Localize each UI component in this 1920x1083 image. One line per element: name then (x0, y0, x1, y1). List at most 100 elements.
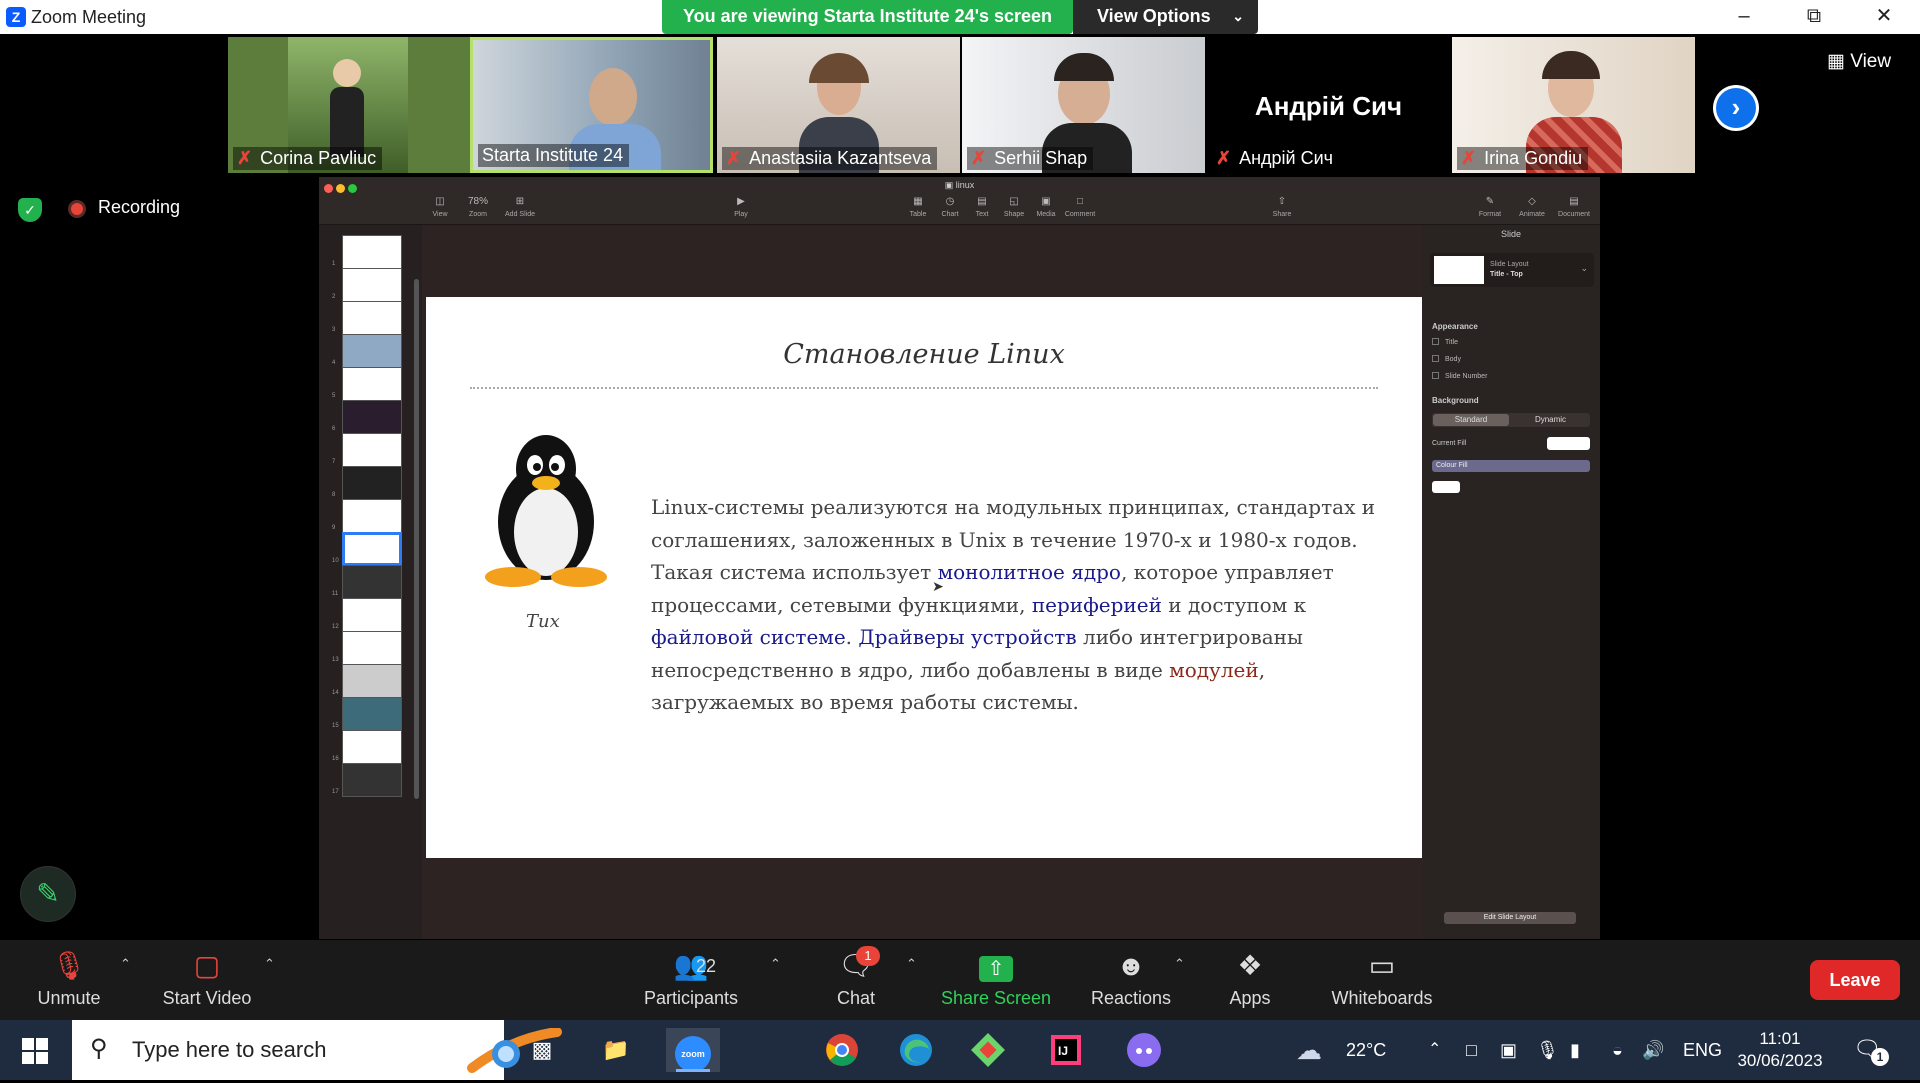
slide-thumbnail (342, 532, 402, 566)
volume-icon[interactable]: 🔊 (1642, 1020, 1664, 1080)
view-options-button[interactable]: View Options ⌄ (1073, 0, 1258, 34)
current-slide: Становление Linux Tux Linux-системы реал… (426, 297, 1422, 858)
language-indicator[interactable]: ENG (1683, 1020, 1722, 1080)
chevron-up-icon[interactable]: ⌃ (1428, 1020, 1441, 1080)
edge-icon[interactable] (894, 1028, 938, 1072)
slide-thumbnail (342, 400, 402, 434)
slide-thumbnail (342, 499, 402, 533)
slide-number: 10 (332, 558, 339, 564)
sidebar-icon: ◫ (435, 196, 445, 207)
shared-screen: ▣ linux ◫ View 78% Zoom ⊞ Add Slide ▶ Play ▦… (319, 177, 1600, 939)
document-title: ▣ linux (944, 180, 975, 190)
restore-icon[interactable]: ⧉ (1786, 0, 1842, 34)
taskbar-search[interactable]: ⚲ Type here to search (72, 1020, 562, 1080)
slide-number: 9 (332, 525, 336, 531)
chevron-up-icon: ⌃ (906, 956, 917, 971)
keynote-toolbar: ▣ linux ◫ View 78% Zoom ⊞ Add Slide ▶ Play ▦… (319, 177, 1600, 225)
security-shield-icon[interactable]: ✓ (18, 198, 42, 222)
participant-tile[interactable]: ✗ Irina Gondiu (1452, 37, 1695, 173)
slide-thumbnail (342, 763, 402, 797)
comment-icon: □ (1076, 196, 1084, 207)
participant-name: ✗ Anastasiia Kazantseva (722, 147, 938, 170)
intellij-icon[interactable]: IJ (1044, 1028, 1088, 1072)
kn-comment-tool: □ Comment (1060, 196, 1100, 218)
view-button[interactable]: ▦ View (1827, 50, 1891, 73)
projector-icon[interactable]: ▣ (1500, 1020, 1517, 1080)
notifications-icon[interactable]: 🗨 1 (1853, 1036, 1889, 1066)
weather-temp[interactable]: 22°C (1346, 1020, 1386, 1080)
kn-add-slide-tool: ⊞ Add Slide (500, 196, 540, 218)
battery-icon[interactable]: ▮ (1570, 1020, 1580, 1080)
slide-number: 2 (332, 294, 336, 300)
edit-slide-layout-button: Edit Slide Layout (1444, 912, 1576, 924)
search-placeholder: Type here to search (132, 1037, 327, 1062)
close-icon[interactable]: ✕ (1856, 0, 1912, 34)
layout-label: Slide Layout (1490, 261, 1529, 268)
mic-muted-icon: ✗ (971, 148, 987, 168)
grid-icon: ▦ (1827, 51, 1845, 72)
clock[interactable]: 11:01 30/06/2023 (1730, 1028, 1830, 1072)
file-explorer-icon[interactable]: 📁 (594, 1028, 638, 1072)
brush-icon: ✎ (1485, 196, 1495, 207)
background-heading: Background (1432, 396, 1479, 405)
background-segment: Standard Dynamic (1432, 413, 1590, 427)
slide-number: 15 (332, 723, 339, 729)
slide-thumbnail (342, 301, 402, 335)
inspector-panel: Slide Slide Layout Title - Top ⌄ Appeara… (1422, 225, 1600, 939)
participant-name: ✗ Serhii Shap (967, 147, 1094, 170)
recording-label: Recording (98, 197, 181, 217)
inspector-header: Slide (1500, 229, 1521, 239)
participant-tile[interactable]: ✗ Serhii Shap (962, 37, 1205, 173)
reactions-button[interactable]: ☻ Reactions (1086, 948, 1176, 1009)
slide-thumbnail (342, 235, 402, 269)
recording-icon (68, 200, 86, 218)
kn-zoom-tool: 78% Zoom (467, 196, 488, 218)
participant-tile[interactable]: ✗ Anastasiia Kazantseva (717, 37, 960, 173)
apps-icon: ❖ (1237, 950, 1263, 981)
notification-count: 1 (1871, 1048, 1889, 1066)
fill-type-select: Colour Fill (1432, 460, 1590, 472)
wifi-icon[interactable]: ◒ (1612, 1020, 1623, 1080)
participant-tile[interactable]: Андрій Сич ✗ Андрій Сич (1207, 37, 1450, 173)
clock-time: 11:01 (1759, 1029, 1801, 1048)
chat-button[interactable]: 🗨 1 Chat (820, 946, 892, 1009)
kn-document-tool: ▤ Document (1554, 196, 1594, 218)
slide-thumbnail (342, 466, 402, 500)
participant-display-name: Андрій Сич (1254, 91, 1403, 121)
participant-name: ✗ Corina Pavliuc (233, 147, 383, 170)
zoom-app-icon[interactable]: zoom (666, 1028, 720, 1072)
slide-number: 11 (332, 591, 339, 597)
start-video-button[interactable]: ▢ Start Video (152, 948, 262, 1009)
participant-tile[interactable]: Starta Institute 24 (470, 37, 713, 173)
meet-now-icon[interactable]: □ (1466, 1020, 1477, 1080)
mic-muted-icon: ✗ (726, 148, 742, 168)
body-checkbox: Body (1432, 355, 1461, 363)
git-kraken-icon[interactable] (966, 1028, 1010, 1072)
weather-icon[interactable]: ☁ (1296, 1020, 1322, 1080)
apps-button[interactable]: ❖ Apps (1220, 948, 1280, 1009)
add-slide-icon: ⊞ (515, 196, 525, 207)
svg-text:IJ: IJ (1058, 1044, 1068, 1058)
participants-count: 22 (696, 956, 717, 976)
annotate-pencil-icon[interactable]: ✎ (20, 866, 76, 922)
windows-start-icon[interactable] (22, 1038, 48, 1064)
discord-icon[interactable] (1122, 1028, 1166, 1072)
mic-muted-icon: ✗ (1216, 148, 1232, 168)
task-view-icon[interactable]: ▩ (520, 1028, 564, 1072)
chevron-up-icon: ⌃ (1174, 956, 1185, 971)
leave-button[interactable]: Leave (1810, 960, 1900, 1000)
participant-tile[interactable]: ✗ Corina Pavliuc (228, 37, 471, 173)
slide-number: 6 (332, 426, 336, 432)
clock-date: 30/06/2023 (1737, 1051, 1823, 1070)
slide-number: 3 (332, 327, 336, 333)
minimize-icon[interactable]: – (1716, 0, 1772, 34)
chrome-icon[interactable] (820, 1028, 864, 1072)
whiteboards-button[interactable]: ▭ Whiteboards (1326, 948, 1438, 1009)
next-page-button[interactable]: › (1713, 85, 1759, 131)
chevron-right-icon: › (1716, 88, 1756, 128)
link-device-drivers: Драйверы устройств (858, 625, 1077, 649)
share-screen-button[interactable]: ⇧ Share Screen (936, 948, 1056, 1009)
unmute-button[interactable]: 🎙 Unmute (26, 948, 112, 1009)
microphone-icon[interactable]: 🎙 (1536, 1020, 1559, 1080)
participants-button[interactable]: 👥 22 Participants (636, 948, 746, 1009)
